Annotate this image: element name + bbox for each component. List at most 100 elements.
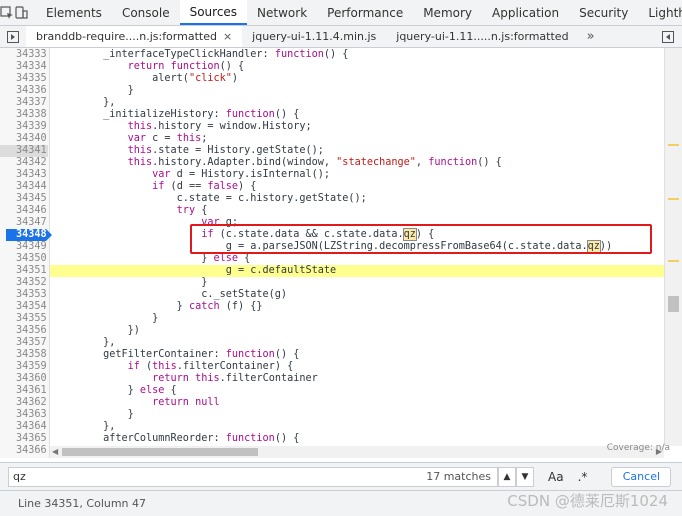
line-number[interactable]: 34341: [0, 145, 48, 157]
line-number[interactable]: 34340: [0, 133, 48, 145]
coverage-status: Coverage: n/a: [606, 443, 670, 453]
line-number[interactable]: 34363: [0, 409, 48, 421]
code-line[interactable]: 34356 }): [0, 325, 664, 337]
inspect-element-icon[interactable]: [0, 0, 14, 25]
tab-elements[interactable]: Elements: [36, 0, 112, 25]
tab-memory[interactable]: Memory: [413, 0, 482, 25]
code-line[interactable]: 34335 alert("click"): [0, 73, 664, 85]
line-number[interactable]: 34337: [0, 97, 48, 109]
code-line[interactable]: 34355 }: [0, 313, 664, 325]
line-number[interactable]: 34334: [0, 61, 48, 73]
match-case-button[interactable]: Aa: [548, 470, 564, 484]
line-number[interactable]: 34358: [0, 349, 48, 361]
file-tab-jquery-ui-min[interactable]: jquery-ui-1.11.4.min.js: [242, 26, 386, 47]
line-number[interactable]: 34338: [0, 109, 48, 121]
close-icon[interactable]: ×: [223, 30, 232, 43]
search-match-marker: [668, 260, 679, 262]
code-line[interactable]: 34352 }: [0, 277, 664, 289]
line-number[interactable]: 34359: [0, 361, 48, 373]
line-number[interactable]: 34362: [0, 397, 48, 409]
line-number[interactable]: 34349: [0, 241, 48, 253]
scrollbar-thumb[interactable]: [668, 296, 679, 312]
code-line[interactable]: 34345 c.state = c.history.getState();: [0, 193, 664, 205]
line-number[interactable]: 34333: [0, 49, 48, 61]
line-number[interactable]: 34352: [0, 277, 48, 289]
code-line[interactable]: 34334 return function() {: [0, 61, 664, 73]
line-number[interactable]: 34347: [0, 217, 48, 229]
code-line[interactable]: 34341 this.state = History.getState();: [0, 145, 664, 157]
code-line[interactable]: 34337 },: [0, 97, 664, 109]
line-number[interactable]: 34366: [0, 445, 48, 457]
line-number[interactable]: 34345: [0, 193, 48, 205]
tab-security[interactable]: Security: [569, 0, 638, 25]
cancel-button[interactable]: Cancel: [611, 466, 672, 487]
code-editor[interactable]: 34333 _interfaceTypeClickHandler: functi…: [0, 48, 664, 458]
vertical-scrollbar[interactable]: [664, 48, 682, 446]
tab-network[interactable]: Network: [247, 0, 317, 25]
file-tab-branddb[interactable]: branddb-require....n.js:formatted ×: [26, 26, 243, 47]
toggle-debugger-icon[interactable]: [662, 26, 682, 47]
code-line[interactable]: 34342 this.history.Adapter.bind(window, …: [0, 157, 664, 169]
status-bar: Line 34351, Column 47 Coverage: n/a CSDN…: [0, 443, 682, 516]
search-input[interactable]: qz: [9, 470, 426, 483]
line-number[interactable]: 34346: [0, 205, 48, 217]
line-number[interactable]: 34342: [0, 157, 48, 169]
line-number[interactable]: 34351: [0, 265, 48, 277]
previous-match-button[interactable]: ▲: [498, 466, 516, 487]
line-number[interactable]: 34348: [0, 229, 48, 241]
line-number[interactable]: 34361: [0, 385, 48, 397]
line-number[interactable]: 34350: [0, 253, 48, 265]
line-number[interactable]: 34339: [0, 121, 48, 133]
line-number[interactable]: 34356: [0, 325, 48, 337]
code-line[interactable]: 34358 getFilterContainer: function() {: [0, 349, 664, 361]
code-line[interactable]: 34340 var c = this;: [0, 133, 664, 145]
tab-console[interactable]: Console: [112, 0, 180, 25]
code-line[interactable]: 34346 try {: [0, 205, 664, 217]
code-line[interactable]: 34364 },: [0, 421, 664, 433]
toggle-navigator-icon[interactable]: [0, 26, 26, 47]
device-toolbar-icon[interactable]: [14, 0, 28, 25]
code-line[interactable]: 34333 _interfaceTypeClickHandler: functi…: [0, 49, 664, 61]
search-input-box[interactable]: qz 17 matches: [8, 466, 498, 487]
line-number[interactable]: 34354: [0, 301, 48, 313]
code-line[interactable]: 34357 },: [0, 337, 664, 349]
horizontal-scrollbar[interactable]: ◀ ▶: [50, 446, 664, 458]
code-line[interactable]: 34351 g = c.defaultState: [0, 265, 664, 277]
code-line[interactable]: 34339 this.history = window.History;: [0, 121, 664, 133]
line-number[interactable]: 34353: [0, 289, 48, 301]
line-number[interactable]: 34336: [0, 85, 48, 97]
code-line[interactable]: 34353 c._setState(g): [0, 289, 664, 301]
code-line[interactable]: 34365 afterColumnReorder: function() {: [0, 433, 664, 445]
code-line[interactable]: 34363 }: [0, 409, 664, 421]
line-number[interactable]: 34357: [0, 337, 48, 349]
code-line[interactable]: 34343 var d = History.isInternal();: [0, 169, 664, 181]
code-line[interactable]: 34350 } else {: [0, 253, 664, 265]
scrollbar-thumb[interactable]: [62, 448, 258, 456]
tab-application[interactable]: Application: [482, 0, 569, 25]
line-number[interactable]: 34360: [0, 373, 48, 385]
next-match-button[interactable]: ▼: [516, 466, 534, 487]
line-number[interactable]: 34355: [0, 313, 48, 325]
code-line[interactable]: 34336 }: [0, 85, 664, 97]
code-line[interactable]: 34359 if (this.filterContainer) {: [0, 361, 664, 373]
regex-button[interactable]: .*: [578, 470, 588, 484]
tab-sources[interactable]: Sources: [179, 0, 248, 25]
more-tabs-button[interactable]: »: [579, 26, 603, 47]
line-number[interactable]: 34335: [0, 73, 48, 85]
code-line[interactable]: 34338 _initializeHistory: function() {: [0, 109, 664, 121]
line-number[interactable]: 34343: [0, 169, 48, 181]
line-number[interactable]: 34344: [0, 181, 48, 193]
tab-performance[interactable]: Performance: [317, 0, 413, 25]
file-tab-jquery-ui-formatted[interactable]: jquery-ui-1.11.....n.js:formatted: [386, 26, 578, 47]
code-text: } catch (f) {}: [54, 301, 263, 312]
line-number[interactable]: 34364: [0, 421, 48, 433]
code-line[interactable]: 34360 return this.filterContainer: [0, 373, 664, 385]
tab-lighthouse[interactable]: Lighthouse: [638, 0, 682, 25]
code-line[interactable]: 34354 } catch (f) {}: [0, 301, 664, 313]
code-line[interactable]: 34344 if (d == false) {: [0, 181, 664, 193]
code-line[interactable]: 34361 } else {: [0, 385, 664, 397]
code-text: this.history = window.History;: [127, 121, 312, 132]
line-number[interactable]: 34365: [0, 433, 48, 445]
code-line[interactable]: 34362 return null: [0, 397, 664, 409]
scroll-left-icon[interactable]: ◀: [52, 447, 58, 456]
